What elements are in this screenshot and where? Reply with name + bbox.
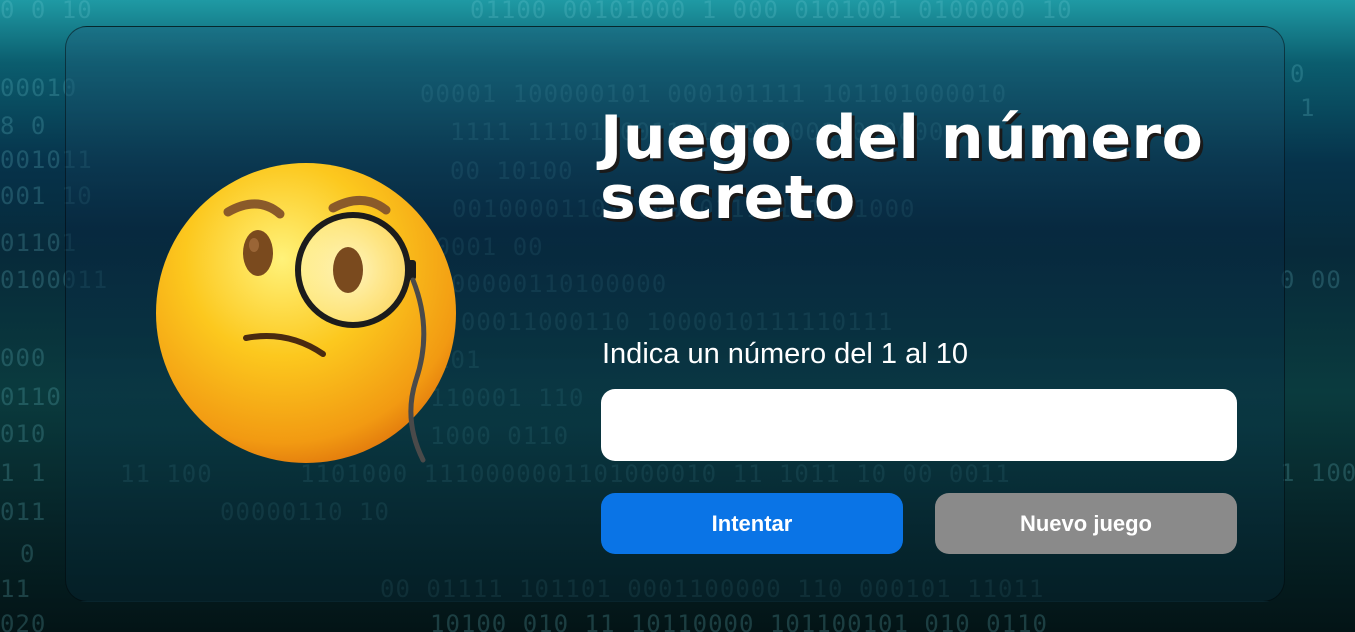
new-game-button[interactable]: Nuevo juego <box>935 493 1237 554</box>
number-input[interactable] <box>601 389 1237 461</box>
try-button[interactable]: Intentar <box>601 493 903 554</box>
face-with-monocle-icon <box>148 150 468 470</box>
page-title: Juego del número secreto <box>600 103 1204 233</box>
instruction-label: Indica un número del 1 al 10 <box>602 338 968 370</box>
